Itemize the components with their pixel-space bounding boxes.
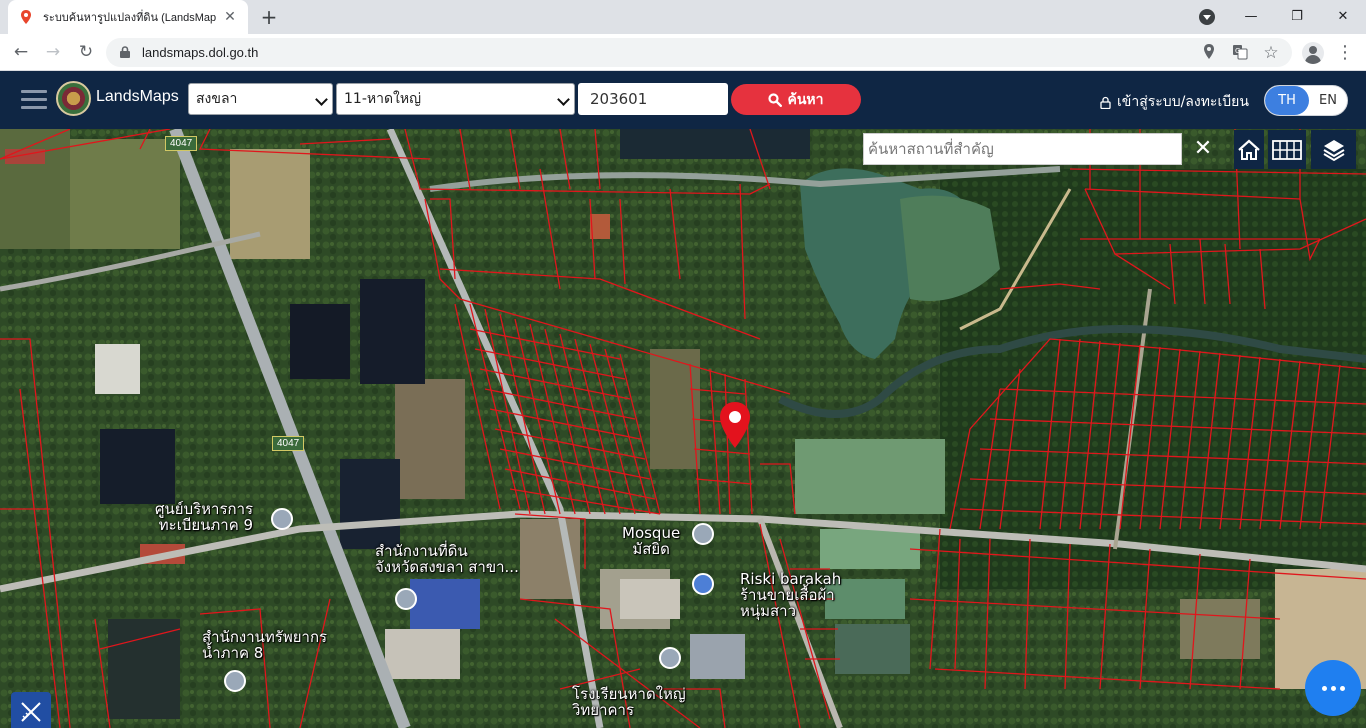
place-search-input[interactable]: ค้นหาสถานที่สำคัญ: [863, 133, 1182, 165]
tab-close-icon[interactable]: ✕: [222, 9, 238, 25]
mosque-poi-icon[interactable]: [692, 523, 714, 545]
map-pin-favicon-icon: [21, 10, 31, 24]
restore-icon[interactable]: ❐: [1284, 4, 1310, 30]
poi-label-resources-office[interactable]: สำนักงานทรัพยากร น้ำภาค 8: [202, 629, 327, 661]
location-icon[interactable]: [1200, 44, 1218, 62]
login-label: เข้าสู่ระบบ/ลงทะเบียน: [1117, 94, 1249, 110]
chevron-down-icon: [557, 93, 570, 106]
building-poi-icon[interactable]: [395, 588, 417, 610]
close-window-icon[interactable]: ✕: [1330, 4, 1356, 30]
province-value: สงขลา: [196, 91, 238, 107]
lock-icon: [1100, 96, 1111, 109]
browser-menu-icon[interactable]: ⋮: [1335, 43, 1355, 63]
clear-search-icon[interactable]: ✕: [1188, 133, 1218, 165]
bookmark-star-icon[interactable]: ☆: [1262, 44, 1280, 62]
building-poi-icon[interactable]: [271, 508, 293, 530]
url-text: landsmaps.dol.go.th: [142, 45, 259, 60]
poi-label-school[interactable]: โรงเรียนหาดใหญ่ วิทยาคาร: [572, 686, 686, 718]
lock-icon: [120, 46, 130, 58]
reload-icon[interactable]: ↻: [74, 40, 98, 64]
profile-avatar-icon[interactable]: [1302, 42, 1324, 64]
tab-search-icon[interactable]: [1199, 9, 1215, 25]
browser-toolbar: ← → ↻ landsmaps.dol.go.th G ☆ ⋮: [0, 34, 1366, 71]
search-button-label: ค้นหา: [787, 91, 824, 108]
svg-text:G: G: [1235, 47, 1240, 55]
app-header: LandsMaps สงขลา 11-หาดใหญ่ 203601 ค้นหา …: [0, 71, 1366, 129]
search-button[interactable]: ค้นหา: [731, 84, 861, 115]
minimize-icon[interactable]: —: [1238, 4, 1264, 30]
language-toggle[interactable]: TH EN: [1264, 85, 1348, 116]
building-poi-icon[interactable]: [224, 670, 246, 692]
layers-button[interactable]: [1311, 130, 1356, 169]
new-tab-button[interactable]: +: [258, 6, 280, 28]
layers-icon: [1322, 139, 1345, 161]
home-button[interactable]: [1234, 130, 1264, 169]
poi-label-mosque[interactable]: Mosque มัสยิด: [622, 525, 680, 557]
road-shield-4047: 4047: [165, 136, 198, 151]
dol-seal-logo: [56, 81, 91, 116]
chevron-down-icon: [315, 93, 328, 106]
road-shield-4047: 4047: [272, 436, 305, 451]
ruler-tool-icon: [21, 702, 41, 722]
poi-label-riski-barakah[interactable]: Riski barakah ร้านขายเสื้อผ้า หนุ่มสาว: [740, 571, 841, 619]
grid-icon: [1272, 139, 1302, 160]
browser-tab[interactable]: ระบบค้นหารูปแปลงที่ดิน (LandsMaps ✕: [8, 0, 248, 34]
measure-tool-button[interactable]: [11, 692, 51, 728]
more-icon: [1321, 685, 1327, 691]
poi-label-land-office[interactable]: สำนักงานที่ดิน จังหวัดสงขลา สาขา...: [375, 543, 519, 575]
translate-icon[interactable]: G: [1231, 44, 1249, 62]
home-icon: [1238, 139, 1260, 160]
parcel-number-input[interactable]: 203601: [578, 83, 728, 115]
more-options-button[interactable]: [1305, 660, 1361, 716]
lang-th-button[interactable]: TH: [1265, 86, 1309, 115]
province-select[interactable]: สงขลา: [188, 83, 333, 115]
browser-tabstrip: ระบบค้นหารูปแปลงที่ดิน (LandsMaps ✕ + — …: [0, 0, 1366, 34]
location-marker-icon[interactable]: [718, 401, 752, 449]
shop-poi-icon[interactable]: [692, 573, 714, 595]
back-icon[interactable]: ←: [9, 40, 33, 64]
search-icon: [768, 92, 783, 107]
district-select[interactable]: 11-หาดใหญ่: [336, 83, 575, 115]
hamburger-menu-icon[interactable]: [21, 88, 47, 110]
satellite-map[interactable]: 4047 4047 ศูนย์บริหารการ ทะเบียนภาค 9 สำ…: [0, 129, 1366, 728]
login-register-link[interactable]: เข้าสู่ระบบ/ลงทะเบียน: [1100, 91, 1249, 113]
grid-button[interactable]: [1268, 130, 1306, 169]
address-bar[interactable]: landsmaps.dol.go.th G ☆: [106, 38, 1292, 67]
lang-en-button[interactable]: EN: [1309, 86, 1347, 115]
brand-name: LandsMaps: [96, 88, 179, 105]
poi-label-registration-center[interactable]: ศูนย์บริหารการ ทะเบียนภาค 9: [155, 501, 253, 533]
school-poi-icon[interactable]: [659, 647, 681, 669]
forward-icon[interactable]: →: [41, 40, 65, 64]
tab-title: ระบบค้นหารูปแปลงที่ดิน (LandsMaps: [43, 12, 216, 24]
district-value: 11-หาดใหญ่: [344, 91, 422, 107]
